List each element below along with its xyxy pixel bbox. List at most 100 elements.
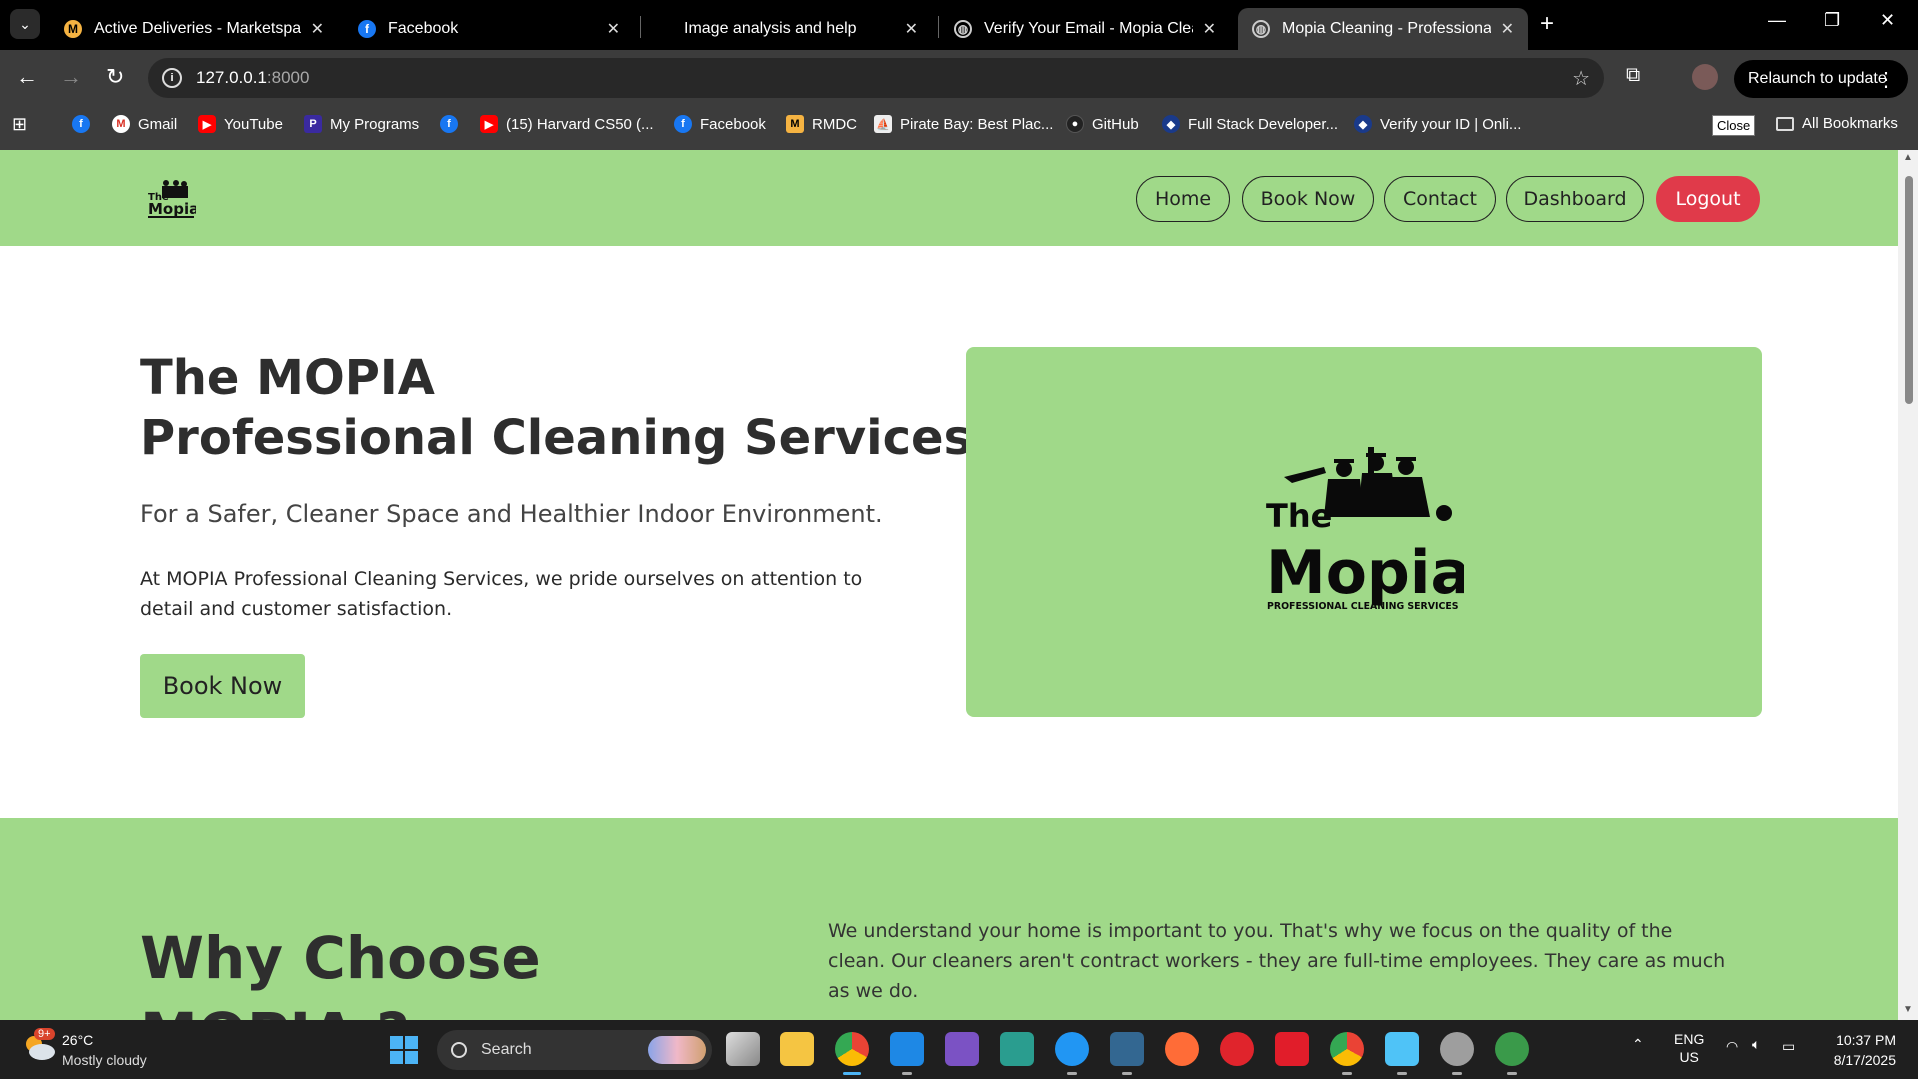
bookmark-youtube[interactable]: ▶ YouTube (198, 115, 283, 133)
system-clock[interactable]: 10:37 PM 8/17/2025 (1834, 1030, 1896, 1070)
battery-icon[interactable]: ▭ (1782, 1038, 1795, 1055)
apps-grid-icon[interactable]: ⊞ (12, 114, 27, 135)
verify-icon: ◆ (1354, 115, 1372, 133)
site-header: The Mopia Home Book Now Contact Dashboar… (0, 150, 1898, 246)
bookmark-facebook[interactable]: f Facebook (674, 115, 766, 133)
tab-verify-email[interactable]: ◍ Verify Your Email - Mopia Clean ✕ (940, 8, 1230, 50)
bookmark-gmail[interactable]: M Gmail (112, 115, 177, 133)
youtube-icon: ▶ (480, 115, 498, 133)
url-host: 127.0.0.1 (196, 68, 267, 87)
restore-icon[interactable]: ❐ (1824, 10, 1840, 31)
tab-mopia-cleaning[interactable]: ◍ Mopia Cleaning - Professional C ✕ (1238, 8, 1528, 50)
chrome-icon[interactable] (835, 1032, 869, 1075)
new-tab-button[interactable]: + (1540, 10, 1554, 38)
nav-home-link[interactable]: Home (1136, 176, 1230, 222)
wifi-icon[interactable]: ◠ (1726, 1038, 1738, 1055)
bookmark-facebook-2[interactable]: f (440, 115, 466, 133)
forward-icon[interactable]: → (60, 64, 82, 90)
logout-button[interactable]: Logout (1656, 176, 1760, 222)
mysql-icon[interactable] (1055, 1032, 1089, 1075)
git-icon[interactable] (1000, 1032, 1034, 1066)
tab-image-analysis[interactable]: Image analysis and help ✕ (670, 8, 932, 50)
bookmark-label: My Programs (330, 115, 420, 133)
postman-icon[interactable] (1165, 1032, 1199, 1066)
why-choose-title-line1: Why Choose (140, 924, 541, 992)
tab-separator (938, 16, 939, 38)
task-view-icon[interactable] (726, 1032, 760, 1066)
minimize-icon[interactable]: — (1768, 10, 1786, 31)
site-logo[interactable]: The Mopia (146, 178, 196, 220)
bookmark-full-stack[interactable]: ◆ Full Stack Developer... (1162, 115, 1338, 133)
hero-description: At MOPIA Professional Cleaning Services,… (140, 568, 863, 620)
extensions-icon[interactable]: ⧉ (1626, 64, 1640, 87)
windows-start-icon[interactable] (390, 1036, 418, 1064)
visual-studio-icon[interactable] (945, 1032, 979, 1066)
site-info-icon[interactable]: i (162, 68, 182, 88)
window-close-icon[interactable]: ✕ (1880, 10, 1895, 31)
bookmark-facebook-icon-only[interactable]: f (72, 115, 98, 133)
bookmark-verify-id[interactable]: ◆ Verify your ID | Onli... (1354, 115, 1521, 133)
tab-title: Verify Your Email - Mopia Clean (984, 20, 1193, 37)
globe-icon: ◍ (954, 20, 972, 38)
file-explorer-icon[interactable] (780, 1032, 814, 1066)
app-red-icon[interactable] (1220, 1032, 1254, 1066)
back-icon[interactable]: ← (16, 64, 38, 90)
volume-icon[interactable]: 🔈︎ (1752, 1036, 1760, 1053)
hero-title-line1: The MOPIA (140, 350, 435, 406)
menu-dots-icon[interactable]: ⋮ (1876, 67, 1896, 92)
close-icon[interactable]: ✕ (905, 19, 918, 39)
web-page: The Mopia Home Book Now Contact Dashboar… (0, 150, 1898, 1020)
tray-chevron-up-icon[interactable]: ⌃ (1632, 1036, 1644, 1053)
marketspaze-icon: M (64, 20, 82, 38)
address-bar[interactable]: i 127.0.0.1:8000 ☆ (148, 58, 1604, 98)
tab-separator (640, 16, 641, 38)
taskbar-search[interactable]: Search (437, 1030, 712, 1070)
all-bookmarks-button[interactable]: All Bookmarks (1776, 115, 1898, 132)
chrome-profile-icon[interactable] (1330, 1032, 1364, 1075)
relaunch-button[interactable]: Relaunch to update ⋮ (1734, 60, 1908, 98)
hero-book-now-button[interactable]: Book Now (140, 654, 305, 718)
scroll-down-icon[interactable]: ▼ (1903, 1004, 1913, 1015)
close-icon[interactable]: ✕ (1203, 19, 1216, 39)
nav-contact-link[interactable]: Contact (1384, 176, 1496, 222)
rmdc-icon: M (786, 115, 804, 133)
bookmark-my-programs[interactable]: P My Programs (304, 115, 419, 133)
tab-marketspaze[interactable]: M Active Deliveries - MarketspaZe ✕ (50, 8, 338, 50)
clock-date: 8/17/2025 (1833, 1052, 1896, 1068)
notepad-icon[interactable] (1385, 1032, 1419, 1075)
language-indicator[interactable]: ENG US (1674, 1030, 1704, 1066)
bookmark-star-icon[interactable]: ☆ (1572, 66, 1590, 91)
site-logo-wordmark: Mopia (148, 200, 196, 218)
logo-word-mopia: Mopia (1266, 538, 1464, 608)
facebook-icon: f (358, 20, 376, 38)
reload-icon[interactable]: ↻ (106, 64, 124, 90)
bookmark-pirate-bay[interactable]: ⛵ Pirate Bay: Best Plac... (874, 115, 1053, 133)
wps-office-icon[interactable] (1275, 1032, 1309, 1066)
url-port: :8000 (266, 68, 310, 87)
tab-facebook[interactable]: f Facebook ✕ (344, 8, 634, 50)
hs-app-icon[interactable] (1495, 1032, 1529, 1075)
why-choose-text: We understand your home is important to … (828, 920, 1726, 1002)
why-choose-title: Why Choose MOPIA ? (140, 920, 541, 1020)
close-icon[interactable]: ✕ (311, 19, 324, 39)
language-code: ENG (1674, 1031, 1705, 1047)
scroll-up-icon[interactable]: ▲ (1903, 152, 1913, 163)
bookmark-rmdc[interactable]: M RMDC (786, 115, 857, 133)
settings-gear-icon[interactable] (1440, 1032, 1474, 1075)
bookmark-github[interactable]: ● GitHub (1066, 115, 1139, 133)
close-icon[interactable]: ✕ (1501, 19, 1514, 39)
nav-book-now-link[interactable]: Book Now (1242, 176, 1374, 222)
vscode-icon[interactable] (890, 1032, 924, 1075)
nav-dashboard-link[interactable]: Dashboard (1506, 176, 1644, 222)
profile-avatar[interactable] (1692, 64, 1718, 90)
mopia-logo-image: The Mopia PROFESSIONAL CLEANING SERVICES (1266, 447, 1464, 612)
close-icon[interactable]: ✕ (607, 19, 620, 39)
scrollbar-thumb[interactable] (1905, 176, 1913, 404)
bookmark-harvard-cs50[interactable]: ▶ (15) Harvard CS50 (... (480, 115, 654, 133)
weather-condition: Mostly cloudy (62, 1052, 147, 1068)
windows-taskbar: 9+ 26°C Mostly cloudy Search ⌃ ENG US ◠ … (0, 1020, 1918, 1079)
tab-search-button[interactable]: ⌄ (10, 9, 40, 39)
logo-word-the: The (1266, 497, 1332, 535)
postgresql-icon[interactable] (1110, 1032, 1144, 1075)
page-scrollbar[interactable]: ▲ ▼ (1898, 150, 1918, 1020)
